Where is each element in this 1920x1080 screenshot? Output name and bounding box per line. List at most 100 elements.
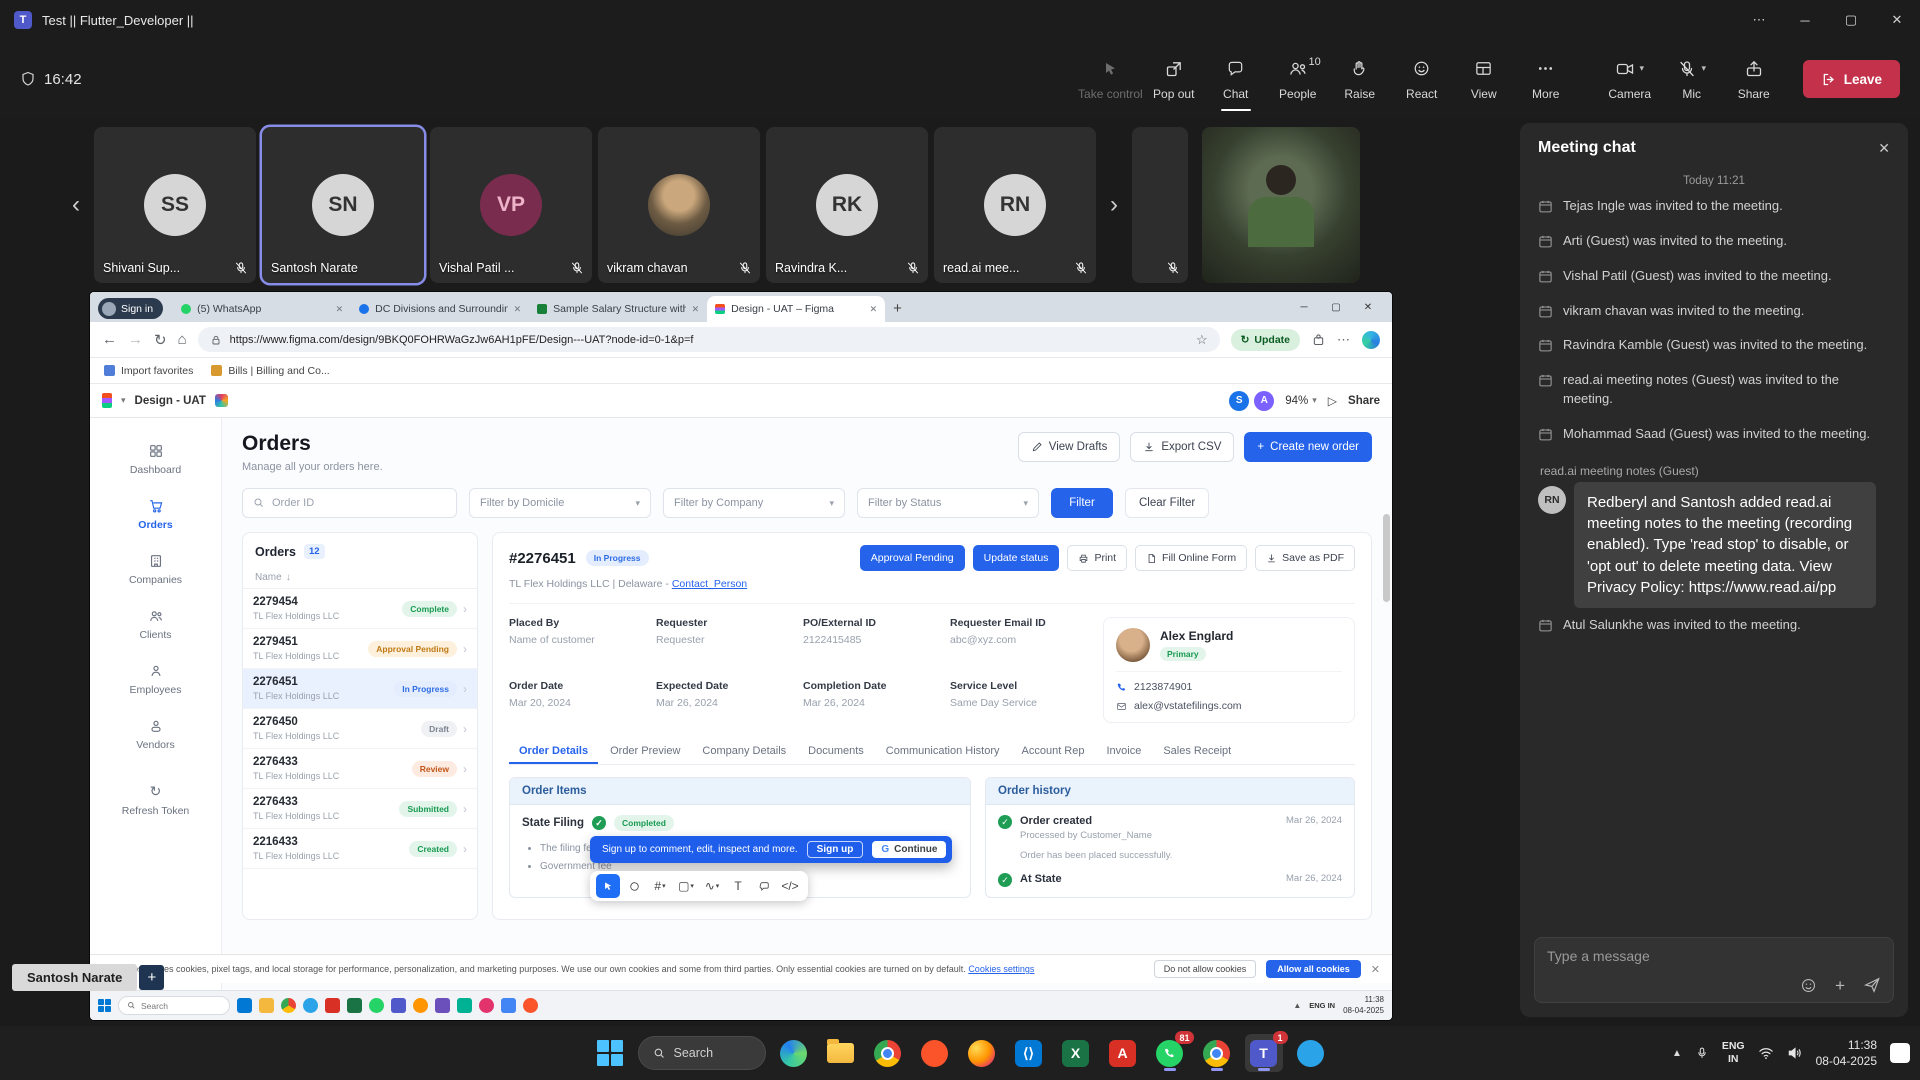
contact-phone[interactable]: 2123874901 [1116, 681, 1342, 693]
order-row[interactable]: 2279454TL Flex Holdings LLC Complete › [243, 589, 477, 629]
home-icon[interactable]: ⌂ [178, 331, 187, 348]
participant-tile-ravindra[interactable]: RK Ravindra K... [766, 127, 928, 283]
list-column-header[interactable]: Name ↓ [243, 567, 477, 589]
taskbar-telegram-icon[interactable] [1292, 1034, 1330, 1072]
browser-maximize-button[interactable]: ▢ [1320, 302, 1352, 313]
browser-minimize-button[interactable]: ─ [1288, 302, 1320, 313]
taskbar-clock[interactable]: 11:38 08-04-2025 [1816, 1037, 1877, 1069]
favorite-import[interactable]: Import favorites [104, 365, 193, 377]
sidebar-item-vendors[interactable]: Vendors [90, 707, 221, 762]
google-continue-button[interactable]: G Continue [872, 841, 946, 858]
taskbar-whatsapp-icon[interactable]: 81 [1151, 1034, 1189, 1072]
send-icon[interactable] [1863, 976, 1881, 994]
app-icon[interactable] [281, 998, 296, 1013]
hand-tool-icon[interactable] [622, 874, 646, 898]
app-icon[interactable] [523, 998, 538, 1013]
app-icon[interactable] [391, 998, 406, 1013]
share-button[interactable]: Share [1723, 40, 1785, 118]
app-icon[interactable] [369, 998, 384, 1013]
taskbar-edge-icon[interactable] [775, 1034, 813, 1072]
tab-order-preview[interactable]: Order Preview [600, 738, 690, 764]
code-tool-icon[interactable]: </> [778, 874, 802, 898]
participant-tile-pinned-video[interactable] [1202, 127, 1360, 283]
raise-button[interactable]: Raise [1329, 40, 1391, 118]
sidebar-item-refresh-token[interactable]: ↻ Refresh Token [90, 772, 221, 828]
scroll-right-button[interactable]: › [1102, 191, 1126, 219]
taskbar-chrome-profile-icon[interactable] [1198, 1034, 1236, 1072]
start-button[interactable] [591, 1034, 629, 1072]
forward-icon[interactable]: → [128, 331, 143, 348]
figma-menu-chevron-icon[interactable]: ▾ [121, 395, 126, 406]
cookie-close-icon[interactable]: ✕ [1371, 963, 1380, 976]
browser-profile-avatar[interactable] [1362, 331, 1380, 349]
collaborator-avatar[interactable]: S [1229, 391, 1249, 411]
camera-button[interactable]: ▾ Camera [1599, 40, 1661, 118]
figma-logo-icon[interactable] [102, 393, 112, 408]
approval-pending-button[interactable]: Approval Pending [860, 545, 965, 571]
frame-tool-icon[interactable]: #▾ [648, 874, 672, 898]
figma-signup-button[interactable]: Sign up [807, 841, 864, 858]
order-row[interactable]: 2276450TL Flex Holdings LLC Draft › [243, 709, 477, 749]
app-icon[interactable] [325, 998, 340, 1013]
sidebar-item-orders[interactable]: Orders [90, 487, 221, 542]
tab-close-icon[interactable]: ✕ [336, 304, 344, 315]
leave-button[interactable]: Leave [1803, 60, 1900, 98]
order-row[interactable]: 2276433TL Flex Holdings LLC Review › [243, 749, 477, 789]
order-id-search-input[interactable]: Order ID [242, 488, 457, 518]
order-row[interactable]: 2216433TL Flex Holdings LLC Created › [243, 829, 477, 869]
notification-icon[interactable] [1890, 1043, 1910, 1063]
shape-tool-icon[interactable]: ▢▾ [674, 874, 698, 898]
mic-button[interactable]: ▾ Mic [1661, 40, 1723, 118]
taskbar-chrome-icon[interactable] [869, 1034, 907, 1072]
print-button[interactable]: Print [1067, 545, 1127, 571]
shared-clock[interactable]: 11:38 08-04-2025 [1343, 995, 1384, 1016]
export-csv-button[interactable]: Export CSV [1130, 432, 1234, 462]
tab-close-icon[interactable]: ✕ [692, 304, 700, 315]
take-control-button[interactable]: Take control [1078, 40, 1143, 118]
view-button[interactable]: View [1453, 40, 1515, 118]
scroll-left-button[interactable]: ‹ [64, 191, 88, 219]
participant-tile-readai[interactable]: RN read.ai mee... [934, 127, 1096, 283]
tab-order-details[interactable]: Order Details [509, 738, 598, 764]
update-status-button[interactable]: Update status [973, 545, 1060, 571]
taskbar-vscode-icon[interactable]: ⟨⟩ [1010, 1034, 1048, 1072]
order-row[interactable]: 2276433TL Flex Holdings LLC Submitted › [243, 789, 477, 829]
taskbar-brave-icon[interactable] [916, 1034, 954, 1072]
tab-account-rep[interactable]: Account Rep [1012, 738, 1095, 764]
tab-invoice[interactable]: Invoice [1096, 738, 1151, 764]
participant-tile-vishal[interactable]: VP Vishal Patil ... [430, 127, 592, 283]
presenter-add-button[interactable]: + [139, 965, 164, 990]
refresh-icon[interactable]: ↻ [154, 331, 167, 349]
tray-chevron-icon[interactable]: ▲ [1672, 1048, 1682, 1059]
tab-documents[interactable]: Documents [798, 738, 874, 764]
domicile-filter-select[interactable]: Filter by Domicile▾ [469, 488, 651, 518]
react-button[interactable]: React [1391, 40, 1453, 118]
new-tab-button[interactable]: + [893, 300, 902, 317]
save-as-pdf-button[interactable]: Save as PDF [1255, 545, 1355, 571]
contact-email[interactable]: alex@vstatefilings.com [1116, 700, 1342, 712]
order-row[interactable]: 2279451TL Flex Holdings LLC Approval Pen… [243, 629, 477, 669]
participant-tile-shivani[interactable]: SS Shivani Sup... [94, 127, 256, 283]
tab-close-icon[interactable]: ✕ [870, 304, 878, 315]
chat-compose-box[interactable]: + [1534, 937, 1894, 1003]
app-icon[interactable] [259, 998, 274, 1013]
taskbar-firefox-icon[interactable] [963, 1034, 1001, 1072]
tab-dc-divisions[interactable]: DC Divisions and Surroundings ✕ [351, 296, 529, 322]
chat-close-icon[interactable]: ✕ [1878, 140, 1890, 157]
tab-figma-active[interactable]: Design - UAT – Figma ✕ [707, 296, 885, 322]
collaborator-avatar[interactable]: A [1254, 391, 1274, 411]
app-icon[interactable] [435, 998, 450, 1013]
bookmark-star-icon[interactable]: ☆ [1196, 332, 1208, 348]
close-button[interactable]: ✕ [1874, 0, 1920, 40]
taskbar-teams-icon[interactable]: T 1 [1245, 1034, 1283, 1072]
mic-chevron-icon[interactable]: ▾ [1701, 63, 1706, 74]
text-tool-icon[interactable]: T [726, 874, 750, 898]
taskbar-search[interactable]: Search [638, 1036, 766, 1070]
taskbar-excel-icon[interactable]: X [1057, 1034, 1095, 1072]
tab-salary-sheet[interactable]: Sample Salary Structure with cal... ✕ [529, 296, 707, 322]
app-icon[interactable] [237, 998, 252, 1013]
zoom-control[interactable]: 94%▾ [1285, 395, 1317, 407]
minimize-button[interactable]: ─ [1782, 0, 1828, 40]
taskbar-pdf-icon[interactable]: A [1104, 1034, 1142, 1072]
tray-chevron-icon[interactable]: ▲ [1293, 1001, 1301, 1010]
